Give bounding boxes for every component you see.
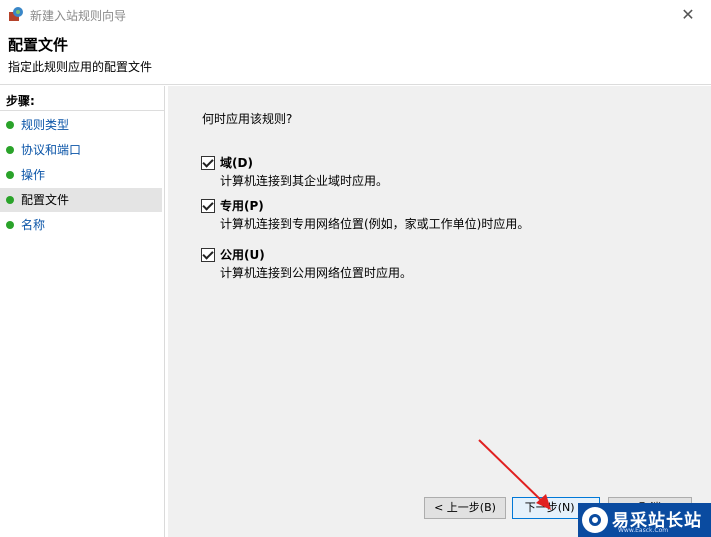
step-label: 名称 [21, 218, 46, 232]
window-title: 新建入站规则向导 [30, 9, 127, 23]
main-panel: 何时应用该规则? 域(D) 计算机连接到其企业域时应用。 专用(P) 计算机连接… [168, 86, 711, 537]
step-label: 规则类型 [21, 118, 70, 132]
option-label: 公用(U) [220, 248, 265, 262]
question-text: 何时应用该规则? [202, 112, 293, 126]
option-label: 专用(P) [220, 199, 264, 213]
steps-sidebar: 步骤: 规则类型 协议和端口 操作 配置文件 名称 [0, 86, 164, 537]
option-label: 域(D) [220, 156, 253, 170]
firewall-app-icon [9, 7, 23, 21]
back-button[interactable]: < 上一步(B) [424, 497, 506, 519]
option-description: 计算机连接到公用网络位置时应用。 [220, 266, 413, 280]
step-rule-type[interactable]: 规则类型 [0, 113, 162, 137]
steps-heading: 步骤: [6, 94, 35, 108]
page-subtitle: 指定此规则应用的配置文件 [8, 60, 153, 74]
domain-checkbox[interactable] [201, 156, 215, 170]
step-status-icon [6, 171, 14, 179]
step-profile[interactable]: 配置文件 [0, 188, 162, 212]
private-checkbox[interactable] [201, 199, 215, 213]
step-protocol-port[interactable]: 协议和端口 [0, 138, 162, 162]
sidebar-divider [164, 86, 165, 537]
step-label: 操作 [21, 168, 46, 182]
close-button[interactable]: ✕ [665, 0, 711, 30]
watermark-url: Www.Easck.Com [618, 527, 669, 534]
step-status-icon [6, 221, 14, 229]
watermark-logo-icon [582, 507, 608, 533]
step-label: 协议和端口 [21, 143, 82, 157]
page-title: 配置文件 [8, 36, 69, 54]
steps-heading-divider [0, 110, 164, 111]
step-status-icon [6, 196, 14, 204]
title-bar: 新建入站规则向导 ✕ [0, 0, 711, 30]
step-label: 配置文件 [21, 193, 70, 207]
site-watermark: 易采站长站 Www.Easck.Com [578, 503, 711, 537]
option-description: 计算机连接到专用网络位置(例如，家或工作单位)时应用。 [220, 217, 530, 231]
wizard-header: 配置文件 指定此规则应用的配置文件 [0, 30, 711, 84]
public-checkbox[interactable] [201, 248, 215, 262]
option-description: 计算机连接到其企业域时应用。 [220, 174, 389, 188]
step-status-icon [6, 146, 14, 154]
step-action[interactable]: 操作 [0, 163, 162, 187]
step-status-icon [6, 121, 14, 129]
header-divider [0, 84, 711, 85]
close-icon: ✕ [681, 5, 695, 24]
step-name[interactable]: 名称 [0, 213, 162, 237]
